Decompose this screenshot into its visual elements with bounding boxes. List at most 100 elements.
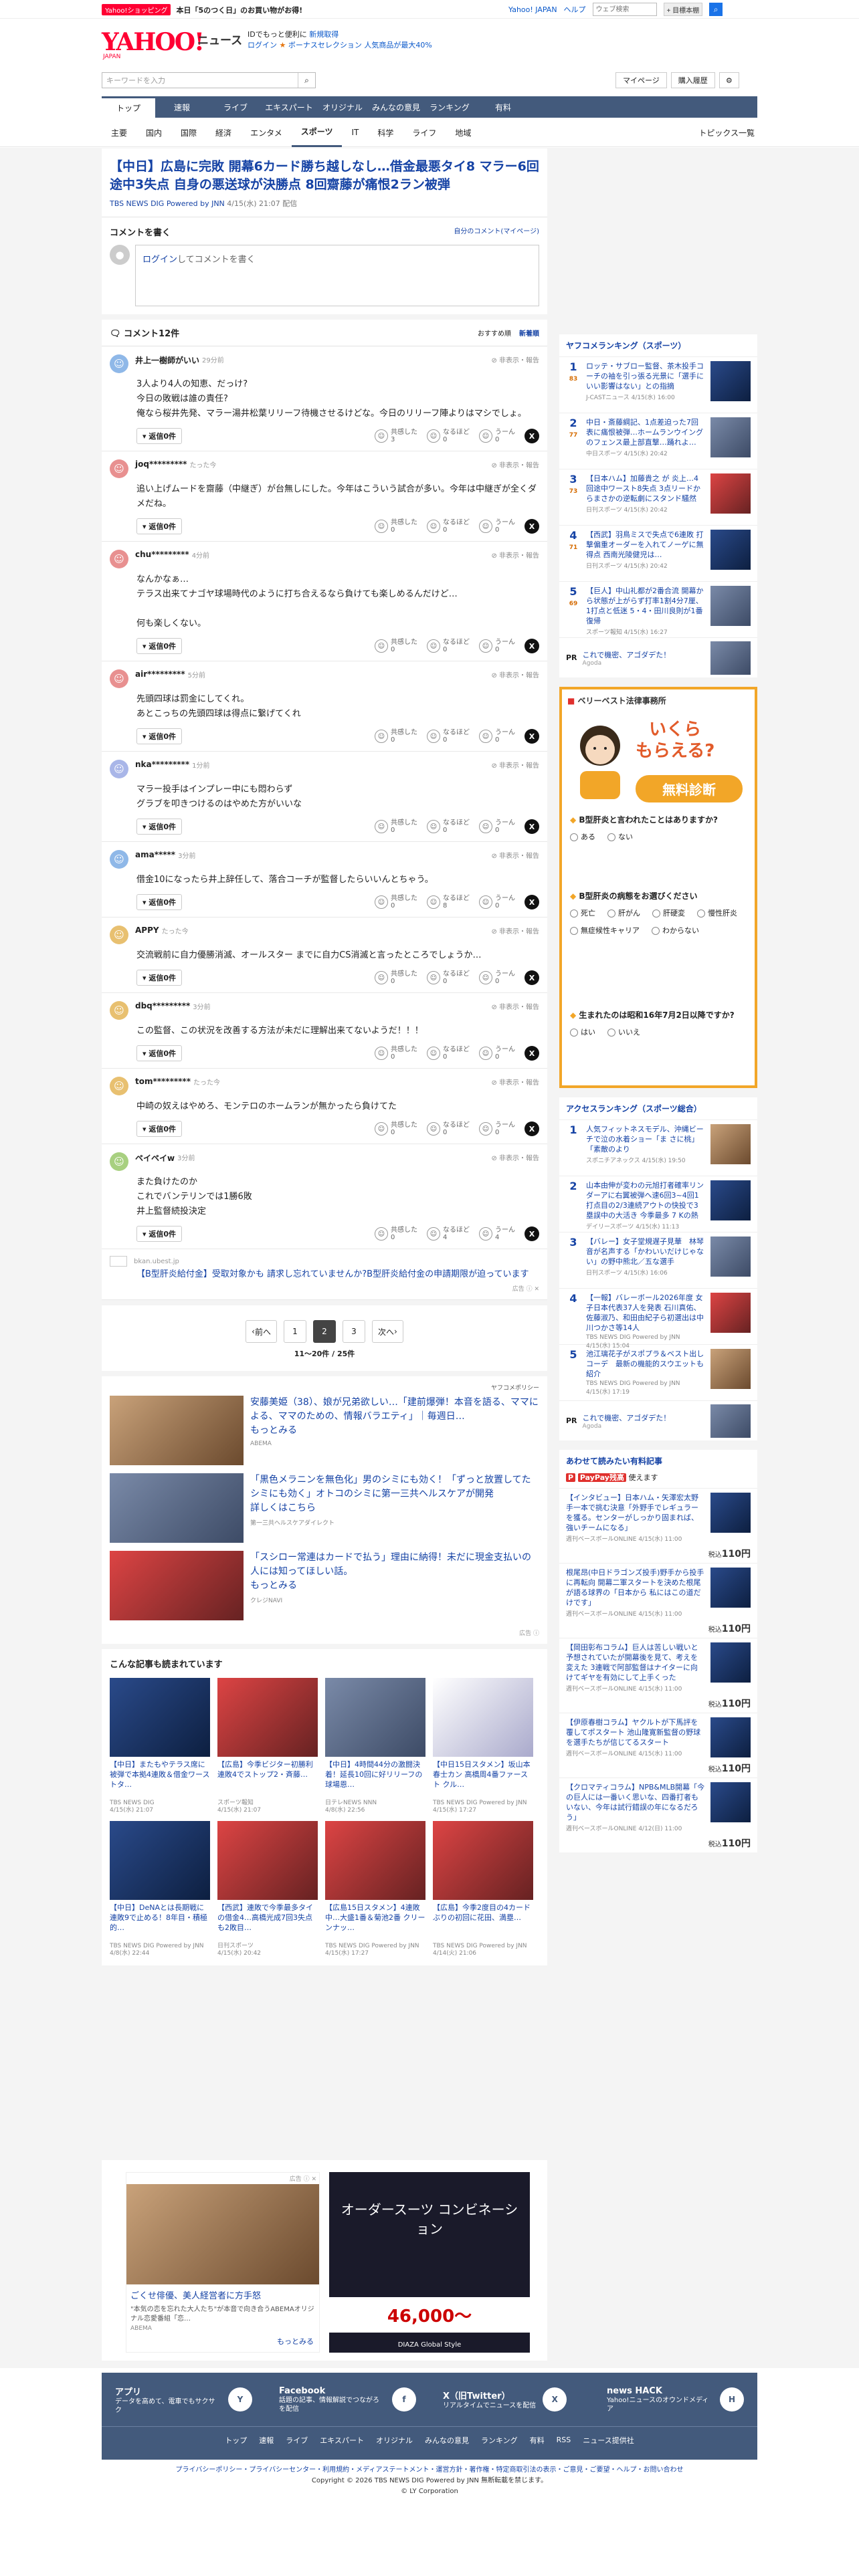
- radio-icon[interactable]: [570, 909, 578, 918]
- comment-user[interactable]: APPY: [135, 926, 159, 935]
- avatar[interactable]: ☺: [110, 850, 128, 869]
- reaction-empathy[interactable]: ☺ 共感した 3: [375, 429, 417, 443]
- my-comments-link[interactable]: 自分のコメント(マイページ): [454, 225, 539, 238]
- comment-user[interactable]: chu*********: [135, 550, 189, 559]
- related-item[interactable]: 【中日】DeNAとは長期戦に 連敗9で止める！8年目・積極的… TBS NEWS …: [110, 1821, 210, 1957]
- related-text[interactable]: 【中日】またもやテラス席に被弾で本拠4連敗＆借金ワーストタ…: [110, 1759, 210, 1800]
- sponsored-text[interactable]: 安藤美姫（38）、娘が兄弟欲しい…「建前爆弾！本音を語る、ママによる、ママのため…: [250, 1396, 539, 1424]
- avatar[interactable]: ☺: [110, 1001, 128, 1020]
- reply-button[interactable]: ▾ 返信0件: [136, 428, 183, 444]
- related-text[interactable]: 【広島】今季2度目の4カードぶりの初回に花田、満塁…: [433, 1903, 533, 1943]
- report-link[interactable]: ⊘ 非表示・報告: [491, 760, 539, 770]
- ranking-item[interactable]: 3 73 【日本ハム】加藤貴之 が 炎上…4回途中ワースト8失点 3点リードからまさ…: [559, 469, 757, 525]
- policy-link[interactable]: ヤフコメポリシー: [491, 1385, 539, 1392]
- ranking-text[interactable]: 中日・斎藤綱記、1点差迫った7回表に痛恨被弾…ホームランウイングのフェンス最上部…: [586, 417, 705, 447]
- reply-button[interactable]: ▾ 返信0件: [136, 638, 183, 654]
- paid-item[interactable]: 根尾昂(中日ドラゴンズ投手)野手から投手に再転向 開幕二軍スタートを決めた根尾が…: [559, 1563, 757, 1638]
- paid-text[interactable]: 【インタビュー】日本ハム・矢澤宏太野手一本で挑む決意「外野手でレギュラーを獲る。…: [566, 1493, 705, 1533]
- subtab-0[interactable]: 主要: [102, 118, 136, 147]
- related-item[interactable]: 【広島】今季2度目の4カードぶりの初回に花田、満塁… TBS NEWS DIG P…: [433, 1821, 533, 1957]
- report-link[interactable]: ⊘ 非表示・報告: [491, 1077, 539, 1087]
- signup-link[interactable]: 新規取得: [309, 30, 339, 39]
- report-link[interactable]: ⊘ 非表示・報告: [491, 669, 539, 679]
- avatar[interactable]: ☺: [110, 550, 128, 568]
- next-page[interactable]: 次へ ›: [372, 1320, 403, 1343]
- mypage-button[interactable]: マイページ: [615, 72, 667, 88]
- legal-links[interactable]: プライバシーポリシー・プライバシーセンター・利用規約・メディアステートメント・運…: [102, 2465, 757, 2476]
- share-x-icon[interactable]: X: [524, 429, 539, 443]
- page-1[interactable]: 1: [284, 1320, 306, 1343]
- web-search-button[interactable]: ⌕: [709, 3, 723, 16]
- tab-2[interactable]: ライブ: [209, 96, 262, 118]
- reaction-insight[interactable]: ☺ なるほど 0: [427, 639, 470, 653]
- related-item[interactable]: 【中日】4時間44分の激闘決着！延長10回に好リリーフの球場恩… 日テレNEWS …: [325, 1678, 425, 1814]
- sponsored-item[interactable]: 「黒色メラニンを無色化」男のシミにも効く！「ずっと放置してたシミにも効く」オトコ…: [110, 1473, 539, 1543]
- ad-more[interactable]: もっとみる: [277, 2336, 314, 2347]
- subtab-6[interactable]: IT: [342, 118, 368, 147]
- comment-user[interactable]: ペイペイw: [135, 1152, 175, 1164]
- news-search[interactable]: キーワードを入力 ⌕: [102, 72, 316, 88]
- free-diagnosis-button[interactable]: 無料診断: [636, 775, 743, 802]
- pr-item[interactable]: PR これで機密、アゴダデた！ Agoda: [559, 1400, 757, 1440]
- reaction-empathy[interactable]: ☺ 共感した 0: [375, 639, 417, 653]
- access-item[interactable]: 5 池江璃花子がスポプラ＆ベスト出しコーデ 最新の機能的スウエットも紹介 TBS N…: [559, 1344, 757, 1400]
- footer-link[interactable]: エキスパート: [320, 2435, 364, 2446]
- reaction-insight[interactable]: ☺ なるほど 0: [427, 1046, 470, 1061]
- access-item[interactable]: 3 【バレー】女子堂規遅子見華 林琴音が名声する「かわいいだけじゃない」の野中熊北…: [559, 1232, 757, 1288]
- reply-button[interactable]: ▾ 返信0件: [136, 1045, 183, 1061]
- footer-link[interactable]: トップ: [225, 2435, 247, 2446]
- tab-5[interactable]: みんなの意見: [369, 96, 423, 118]
- paid-text[interactable]: 【伊原春樹コラム】ヤクルトが下馬評を覆してポスタート 池山隆寛新監督の野球を選手…: [566, 1717, 705, 1747]
- reaction-empathy[interactable]: ☺ 共感した 0: [375, 970, 417, 985]
- paid-item[interactable]: 【伊原春樹コラム】ヤクルトが下馬評を覆してポスタート 池山隆寛新監督の野球を選手…: [559, 1713, 757, 1778]
- reply-button[interactable]: ▾ 返信0件: [136, 1121, 183, 1137]
- avatar[interactable]: ☺: [110, 669, 128, 688]
- footer-item[interactable]: X（旧Twitter） リアルタイムでニュースを配信 X: [430, 2387, 593, 2411]
- web-search-input[interactable]: [592, 3, 657, 16]
- sponsored-text[interactable]: 「黒色メラニンを無色化」男のシミにも効く！「ずっと放置してたシミにも効く」オトコ…: [250, 1473, 539, 1501]
- avatar[interactable]: ☺: [110, 1077, 128, 1095]
- option-1[interactable]: 肝がん: [607, 907, 640, 920]
- reaction-insight[interactable]: ☺ なるほど 0: [427, 429, 470, 443]
- reply-button[interactable]: ▾ 返信0件: [136, 1226, 183, 1242]
- yahoo-japan-link[interactable]: Yahoo! JAPAN: [508, 5, 557, 14]
- ranking-item[interactable]: 5 69 【巨人】中山礼都が2番合流 開幕から状態が上がらず打率1割4分7厘、1打点…: [559, 581, 757, 637]
- footer-icon[interactable]: X: [543, 2387, 567, 2411]
- access-text[interactable]: 池江璃花子がスポプラ＆ベスト出しコーデ 最新の機能的スウエットも紹介: [586, 1349, 705, 1379]
- radio-icon[interactable]: [652, 909, 660, 918]
- comment-user[interactable]: tom*********: [135, 1077, 191, 1086]
- topics-link[interactable]: トピックス一覧: [689, 118, 757, 147]
- access-item[interactable]: 1 人気フィットネスモデル、沖縄ビーチで泣の水着ショー「ま さに桃」「素敵のよりス…: [559, 1119, 757, 1176]
- news-title[interactable]: ニュース: [197, 31, 242, 47]
- reaction-empathy[interactable]: ☺ 共感した 0: [375, 895, 417, 909]
- related-item[interactable]: 【広島】今季ビジター初勝利 連敗4でストップ2・斉藤… スポーツ報知 4/15(水)…: [217, 1678, 318, 1814]
- reaction-hmm[interactable]: ☺ うーん 0: [479, 729, 515, 744]
- news-search-input[interactable]: キーワードを入力: [102, 75, 298, 86]
- ranking-text[interactable]: 【日本ハム】加藤貴之 が 炎上…4回途中ワースト8失点 3点リードからまさかの逆…: [586, 473, 705, 504]
- footer-link[interactable]: ニュース提供社: [583, 2435, 634, 2446]
- reply-button[interactable]: ▾ 返信0件: [136, 728, 183, 744]
- avatar[interactable]: ☺: [110, 760, 128, 778]
- report-link[interactable]: ⊘ 非表示・報告: [491, 550, 539, 560]
- option-0[interactable]: ある: [570, 831, 595, 843]
- related-text[interactable]: 【西武】連敗で今季最多タイの借金4…高橋光成7回3失点も2敗目…: [217, 1903, 318, 1943]
- ranking-item[interactable]: 4 71 【西武】羽鳥ミスで失点で6連敗 打撃偏重オーダーを入れてノーゲに無得点 西…: [559, 525, 757, 581]
- report-link[interactable]: ⊘ 非表示・報告: [491, 1152, 539, 1162]
- page-3[interactable]: 3: [343, 1320, 365, 1343]
- reaction-hmm[interactable]: ☺ うーん 0: [479, 429, 515, 443]
- reaction-hmm[interactable]: ☺ うーん 4: [479, 1226, 515, 1241]
- share-x-icon[interactable]: X: [524, 519, 539, 534]
- ranking-item[interactable]: 1 83 ロッテ・サブロー監督、茶木投手コーチの袖を引っ張る光景に「選手にいい影響は…: [559, 356, 757, 413]
- yahoo-logo[interactable]: YAHOO!: [102, 28, 205, 56]
- related-item[interactable]: 【西武】連敗で今季最多タイの借金4…高橋光成7回3失点も2敗目… 日刊スポーツ 4/…: [217, 1821, 318, 1957]
- access-item[interactable]: 4 【一報】バレーボール2026年度 女子日本代表37人を発表 石川真佑、佐藤淑乃…: [559, 1288, 757, 1350]
- footer-icon[interactable]: Y: [228, 2387, 252, 2411]
- paid-item[interactable]: 【インタビュー】日本ハム・矢澤宏太野手一本で挑む決意「外野手でレギュラーを獲る。…: [559, 1488, 757, 1563]
- subtab-9[interactable]: 地域: [446, 118, 480, 147]
- tab-1[interactable]: 速報: [155, 96, 209, 118]
- paid-item[interactable]: 【クロマティコラム】NPB&MLB開幕「今の巨人には一番いく思いな、四番打者もい…: [559, 1778, 757, 1852]
- footer-link[interactable]: RSS: [557, 2436, 571, 2444]
- sponsored-item[interactable]: 「スシロー常連はカードで払う」理由に納得！未だに現金支払いの人には知ってほしい話…: [110, 1551, 539, 1620]
- option-5[interactable]: わからない: [652, 925, 699, 937]
- report-link[interactable]: ⊘ 非表示・報告: [491, 354, 539, 364]
